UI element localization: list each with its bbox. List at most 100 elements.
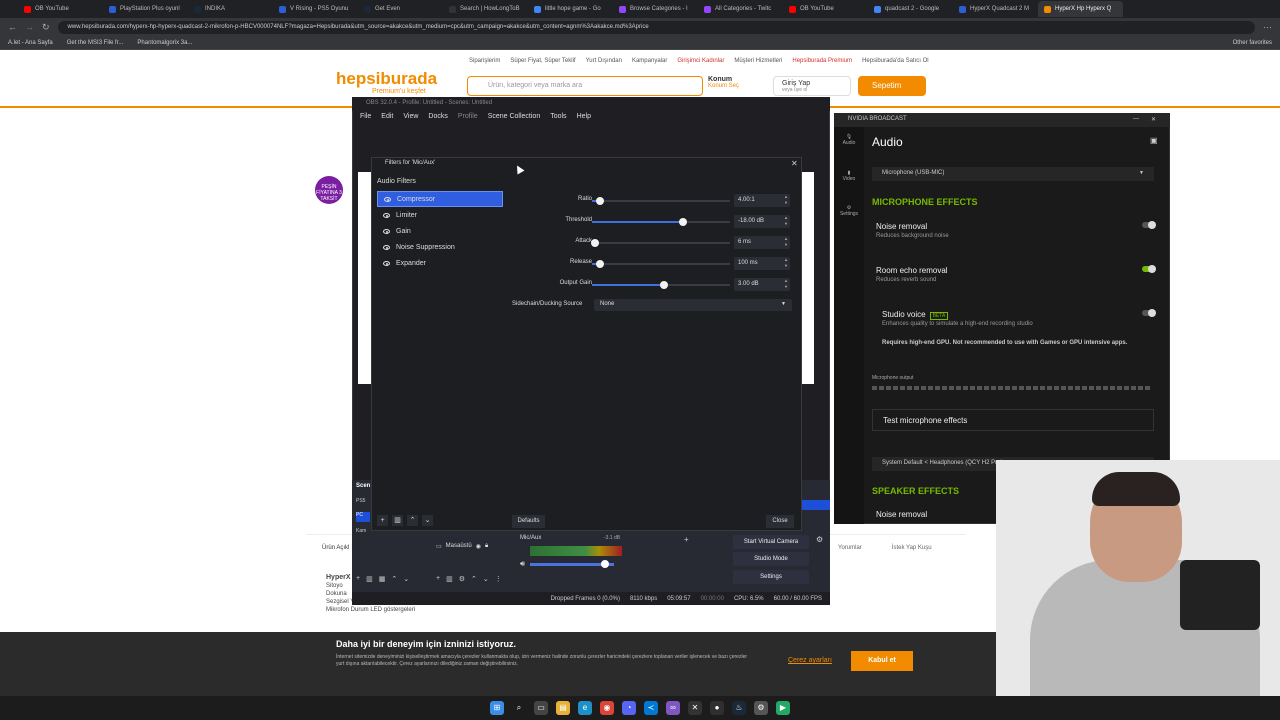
settings-gear-icon[interactable]: ⚙	[816, 535, 823, 544]
mixer-add-icon[interactable]: +	[684, 535, 689, 544]
eye-icon[interactable]	[383, 244, 390, 250]
steam-icon[interactable]: ♨	[732, 701, 746, 715]
browser-tab[interactable]: HyperX Quadcast 2 M	[953, 1, 1038, 17]
sidebar-item-audio[interactable]: 🎙︎ Audio	[838, 134, 860, 146]
bookmark-item[interactable]: Get the MSI3 File fr...	[67, 40, 124, 46]
filter-item-expander[interactable]: Expander	[377, 255, 503, 271]
move-up-button[interactable]: ⌃	[407, 515, 418, 526]
browser-tab[interactable]: Browse Categories - I	[613, 1, 698, 17]
property-spinbox[interactable]: 3.00 dB ▲ ▼	[734, 278, 790, 291]
browser-tab[interactable]: quadcast 2 - Google	[868, 1, 953, 17]
move-up-icon[interactable]: ⌃	[391, 575, 397, 583]
tab-reviews[interactable]: Yorumlar	[838, 545, 862, 551]
move-down-icon[interactable]: ⌄	[403, 575, 409, 583]
browser-tab[interactable]: INDIKA	[188, 1, 273, 17]
file-explorer-icon[interactable]: ▤	[556, 701, 570, 715]
tab-product-description[interactable]: Ürün Açıkl	[322, 545, 349, 551]
task-view-icon[interactable]: ▭	[534, 701, 548, 715]
premium-link[interactable]: Premium'u keşfet	[372, 88, 426, 95]
menu-edit[interactable]: Edit	[381, 113, 393, 123]
minimize-icon[interactable]: —	[1133, 116, 1139, 122]
filter-item-gain[interactable]: Gain	[377, 223, 503, 239]
slider-handle[interactable]	[659, 281, 668, 289]
move-down-button[interactable]: ⌄	[422, 515, 433, 526]
url-field[interactable]: www.hepsiburada.com/hyperx-hp-hyperx-qua…	[57, 20, 1255, 34]
site-nav-item[interactable]: Yurt Dışından	[586, 58, 622, 64]
menu-help[interactable]: Help	[577, 113, 591, 123]
feedback-icon[interactable]: ▣	[1150, 136, 1158, 145]
remove-filter-button[interactable]: ▥	[392, 515, 403, 526]
close-button[interactable]: Close	[766, 515, 794, 528]
property-slider[interactable]	[592, 260, 730, 268]
location-selector[interactable]: Konum Konum Seç	[708, 76, 739, 89]
cart-button[interactable]: Sepetim	[858, 76, 926, 96]
app-icon[interactable]: ✕	[688, 701, 702, 715]
property-slider[interactable]	[592, 197, 730, 205]
eye-icon[interactable]	[383, 212, 390, 218]
eye-icon[interactable]	[383, 260, 390, 266]
forward-icon[interactable]: →	[25, 22, 34, 32]
eye-icon[interactable]	[383, 228, 390, 234]
site-nav-item[interactable]: Kampanyalar	[632, 58, 667, 64]
move-down-icon[interactable]: ⌄	[483, 575, 489, 583]
site-nav-item[interactable]: Müşteri Hizmetleri	[734, 58, 782, 64]
browser-menu-icon[interactable]: ⋯	[1263, 22, 1272, 33]
filter-item-limiter[interactable]: Limiter	[377, 207, 503, 223]
back-icon[interactable]: ←	[8, 22, 17, 32]
slider-handle[interactable]	[679, 218, 688, 226]
property-spinbox[interactable]: 6 ms ▲ ▼	[734, 236, 790, 249]
site-logo[interactable]: hepsiburada	[336, 69, 437, 89]
slider-handle[interactable]	[596, 260, 605, 268]
sidebar-item-settings[interactable]: ⚙ Settings	[838, 205, 860, 217]
studio-voice-toggle[interactable]	[1142, 309, 1156, 317]
spin-arrows-icon[interactable]: ▲ ▼	[784, 278, 788, 290]
close-icon[interactable]: ✕	[791, 159, 798, 168]
more-icon[interactable]: ⋮	[495, 575, 502, 583]
scene-item[interactable]: PC	[356, 512, 370, 522]
sidebar-item-video[interactable]: ▮ Video	[838, 170, 860, 182]
browser-tab[interactable]: OB YouTube	[783, 1, 868, 17]
spin-arrows-icon[interactable]: ▲ ▼	[784, 194, 788, 206]
tab-request[interactable]: İstek Yap Kuşu	[892, 545, 932, 551]
browser-tab[interactable]: little hope game - Go	[528, 1, 613, 17]
browser-tab[interactable]: PlayStation Plus oyunl	[103, 1, 188, 17]
add-icon[interactable]: +	[356, 575, 360, 583]
trash-icon[interactable]: ▥	[446, 575, 453, 583]
menu-file[interactable]: File	[360, 113, 371, 123]
site-nav-item[interactable]: Hepsiburada'da Satıcı Ol	[862, 58, 929, 64]
vscode-icon[interactable]: ≺	[644, 701, 658, 715]
menu-view[interactable]: View	[403, 113, 418, 123]
property-spinbox[interactable]: 4.00:1 ▲ ▼	[734, 194, 790, 207]
menu-docks[interactable]: Docks	[428, 113, 447, 123]
browser-tab[interactable]: Get Even	[358, 1, 443, 17]
eye-icon[interactable]	[384, 196, 391, 202]
sidechain-source-select[interactable]: None ▼	[594, 299, 792, 311]
move-up-icon[interactable]: ⌃	[471, 575, 477, 583]
cookie-accept-button[interactable]: Kabul et	[851, 651, 913, 671]
spin-arrows-icon[interactable]: ▲ ▼	[784, 257, 788, 269]
slider-handle[interactable]	[590, 239, 599, 247]
site-nav-item[interactable]: Hepsiburada Premium	[792, 58, 852, 64]
trash-icon[interactable]: ▥	[366, 575, 373, 583]
obs-icon[interactable]: ●	[710, 701, 724, 715]
bookmark-item[interactable]: Phantomalgorix 3a...	[137, 40, 192, 46]
site-nav-item[interactable]: Siparişlerim	[469, 58, 500, 64]
other-favorites[interactable]: Other favorites	[1233, 40, 1272, 46]
site-search-input[interactable]: Ürün, kategori veya marka ara	[467, 76, 703, 96]
site-nav-item[interactable]: Süper Fiyat, Süper Teklif	[510, 58, 575, 64]
noise-removal-toggle[interactable]	[1142, 221, 1156, 229]
menu-profile[interactable]: Profile	[458, 113, 478, 123]
filter-item-noise-suppression[interactable]: Noise Suppression	[377, 239, 503, 255]
add-icon[interactable]: +	[436, 575, 440, 583]
app-icon[interactable]: ▶	[776, 701, 790, 715]
cookie-settings-link[interactable]: Çerez ayarları	[788, 657, 832, 664]
gear-icon[interactable]: ⚙	[459, 575, 465, 583]
volume-slider-handle[interactable]	[601, 560, 609, 568]
defaults-button[interactable]: Defaults	[512, 515, 545, 528]
add-filter-button[interactable]: +	[377, 515, 388, 526]
stream-button[interactable]	[800, 500, 830, 510]
property-slider[interactable]	[590, 239, 730, 247]
test-microphone-button[interactable]: Test microphone effects	[872, 409, 1154, 431]
speaker-icon[interactable]: 🔊︎	[520, 559, 525, 569]
browser-tab[interactable]: OB YouTube	[18, 1, 103, 17]
